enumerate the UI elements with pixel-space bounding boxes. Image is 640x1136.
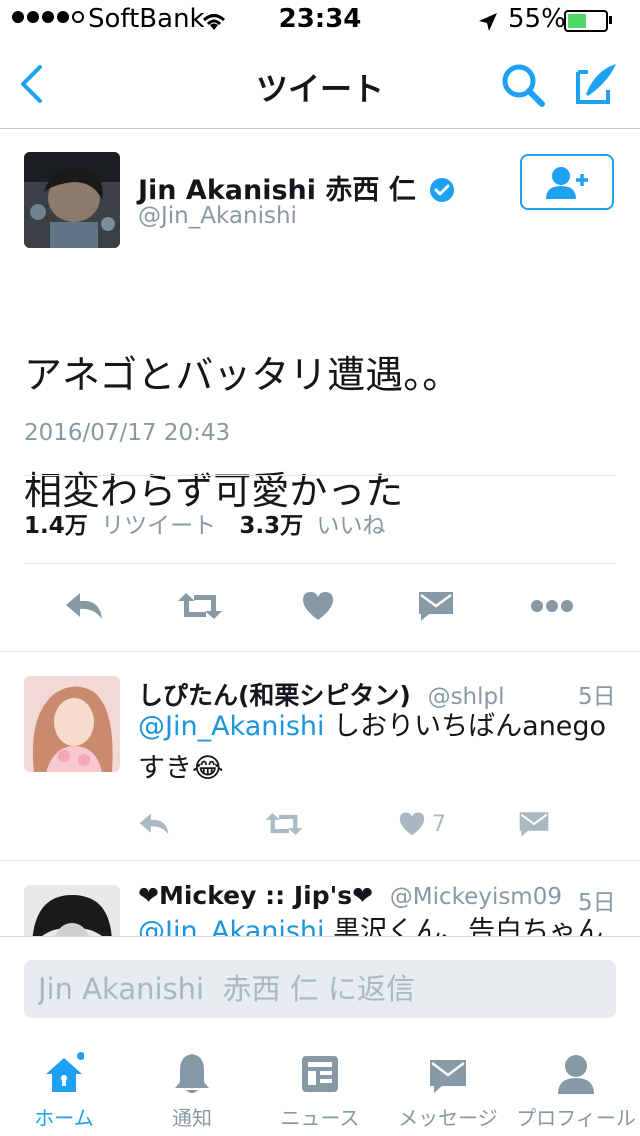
battery-percentage: 55%: [508, 4, 566, 34]
retweet-button[interactable]: [170, 584, 230, 628]
like-label[interactable]: いいね: [316, 513, 385, 539]
retweet-label[interactable]: リツイート: [101, 513, 216, 539]
battery-tip: [609, 16, 612, 24]
reply-retweet-button[interactable]: [264, 806, 304, 842]
retweet-icon: [178, 593, 222, 619]
divider: [24, 475, 616, 476]
tab-label: 通知: [172, 1106, 212, 1130]
follow-button[interactable]: [520, 154, 614, 210]
reply-author-name[interactable]: ❤Mickey :: Jip's❤ @Mickeyism09: [138, 881, 562, 910]
envelope-icon: [430, 1060, 466, 1093]
tab-label: プロフィール: [516, 1106, 636, 1130]
news-icon: [302, 1056, 338, 1092]
tab-notifications[interactable]: 通知: [128, 1050, 256, 1136]
reply-button[interactable]: [54, 584, 114, 628]
reply-author-avatar[interactable]: [24, 676, 120, 772]
author-handle[interactable]: @Jin_Akanishi: [138, 203, 297, 229]
retweet-icon: [265, 813, 303, 835]
reply-input[interactable]: [24, 960, 616, 1018]
bell-icon: [175, 1054, 209, 1093]
list-item: ❤Mickey :: Jip's❤ @Mickeyism09 5日 @Jin_A…: [0, 861, 640, 936]
reply-reply-button[interactable]: [138, 806, 170, 842]
reply-text: @Jin_Akanishi しおりいちばんanego すき😂: [138, 711, 607, 784]
tab-news[interactable]: ニュース: [256, 1050, 384, 1136]
tab-messages[interactable]: メッセージ: [384, 1050, 512, 1136]
reply-like-count: 7: [432, 811, 446, 837]
reply-arrow-icon: [139, 813, 169, 835]
more-dots-icon: [531, 600, 573, 612]
reply-author-handle: @Mickeyism09: [389, 884, 562, 910]
divider: [24, 563, 616, 564]
reply-dm-button[interactable]: [518, 806, 550, 842]
mention-link[interactable]: @Jin_Akanishi: [138, 916, 325, 936]
heart-icon: [399, 812, 425, 836]
tweet-timestamp: 2016/07/17 20:43: [24, 420, 231, 446]
more-options-button[interactable]: [522, 584, 582, 628]
reply-like-button[interactable]: 7: [398, 806, 446, 842]
envelope-icon: [419, 592, 453, 621]
status-bar: SoftBank 23:34 55%: [0, 0, 640, 40]
tab-label: ホーム: [34, 1106, 94, 1130]
like-count[interactable]: 3.3万: [239, 513, 303, 539]
tweet-stats: 1.4万 リツイート 3.3万 いいね: [24, 506, 385, 540]
envelope-icon: [519, 812, 549, 837]
verified-badge-icon: [430, 178, 455, 202]
like-button[interactable]: [288, 584, 348, 628]
direct-message-button[interactable]: [406, 584, 466, 628]
tab-label: メッセージ: [398, 1106, 498, 1130]
reply-author-avatar[interactable]: [24, 885, 120, 936]
compose-tweet-icon[interactable]: [574, 60, 620, 106]
tab-home[interactable]: ホーム: [0, 1050, 128, 1136]
reply-arrow-icon: [66, 593, 102, 619]
tab-label: ニュース: [280, 1106, 360, 1130]
home-icon: [46, 1052, 84, 1092]
add-user-icon: [546, 167, 588, 199]
location-arrow-icon: [479, 13, 497, 31]
person-icon: [558, 1055, 594, 1094]
heart-icon: [303, 592, 333, 620]
reply-text: @Jin_Akanishi 黒沢くん、告白ちゃん: [138, 911, 618, 936]
author-display-name[interactable]: Jin Akanishi 赤西 仁: [138, 168, 455, 207]
author-avatar[interactable]: [24, 152, 120, 248]
charging-bolt-icon: [572, 10, 592, 32]
tab-profile[interactable]: プロフィール: [512, 1050, 640, 1136]
divider: [0, 651, 640, 652]
search-icon[interactable]: [500, 62, 546, 108]
mention-link[interactable]: @Jin_Akanishi: [138, 711, 325, 742]
retweet-count[interactable]: 1.4万: [24, 513, 88, 539]
